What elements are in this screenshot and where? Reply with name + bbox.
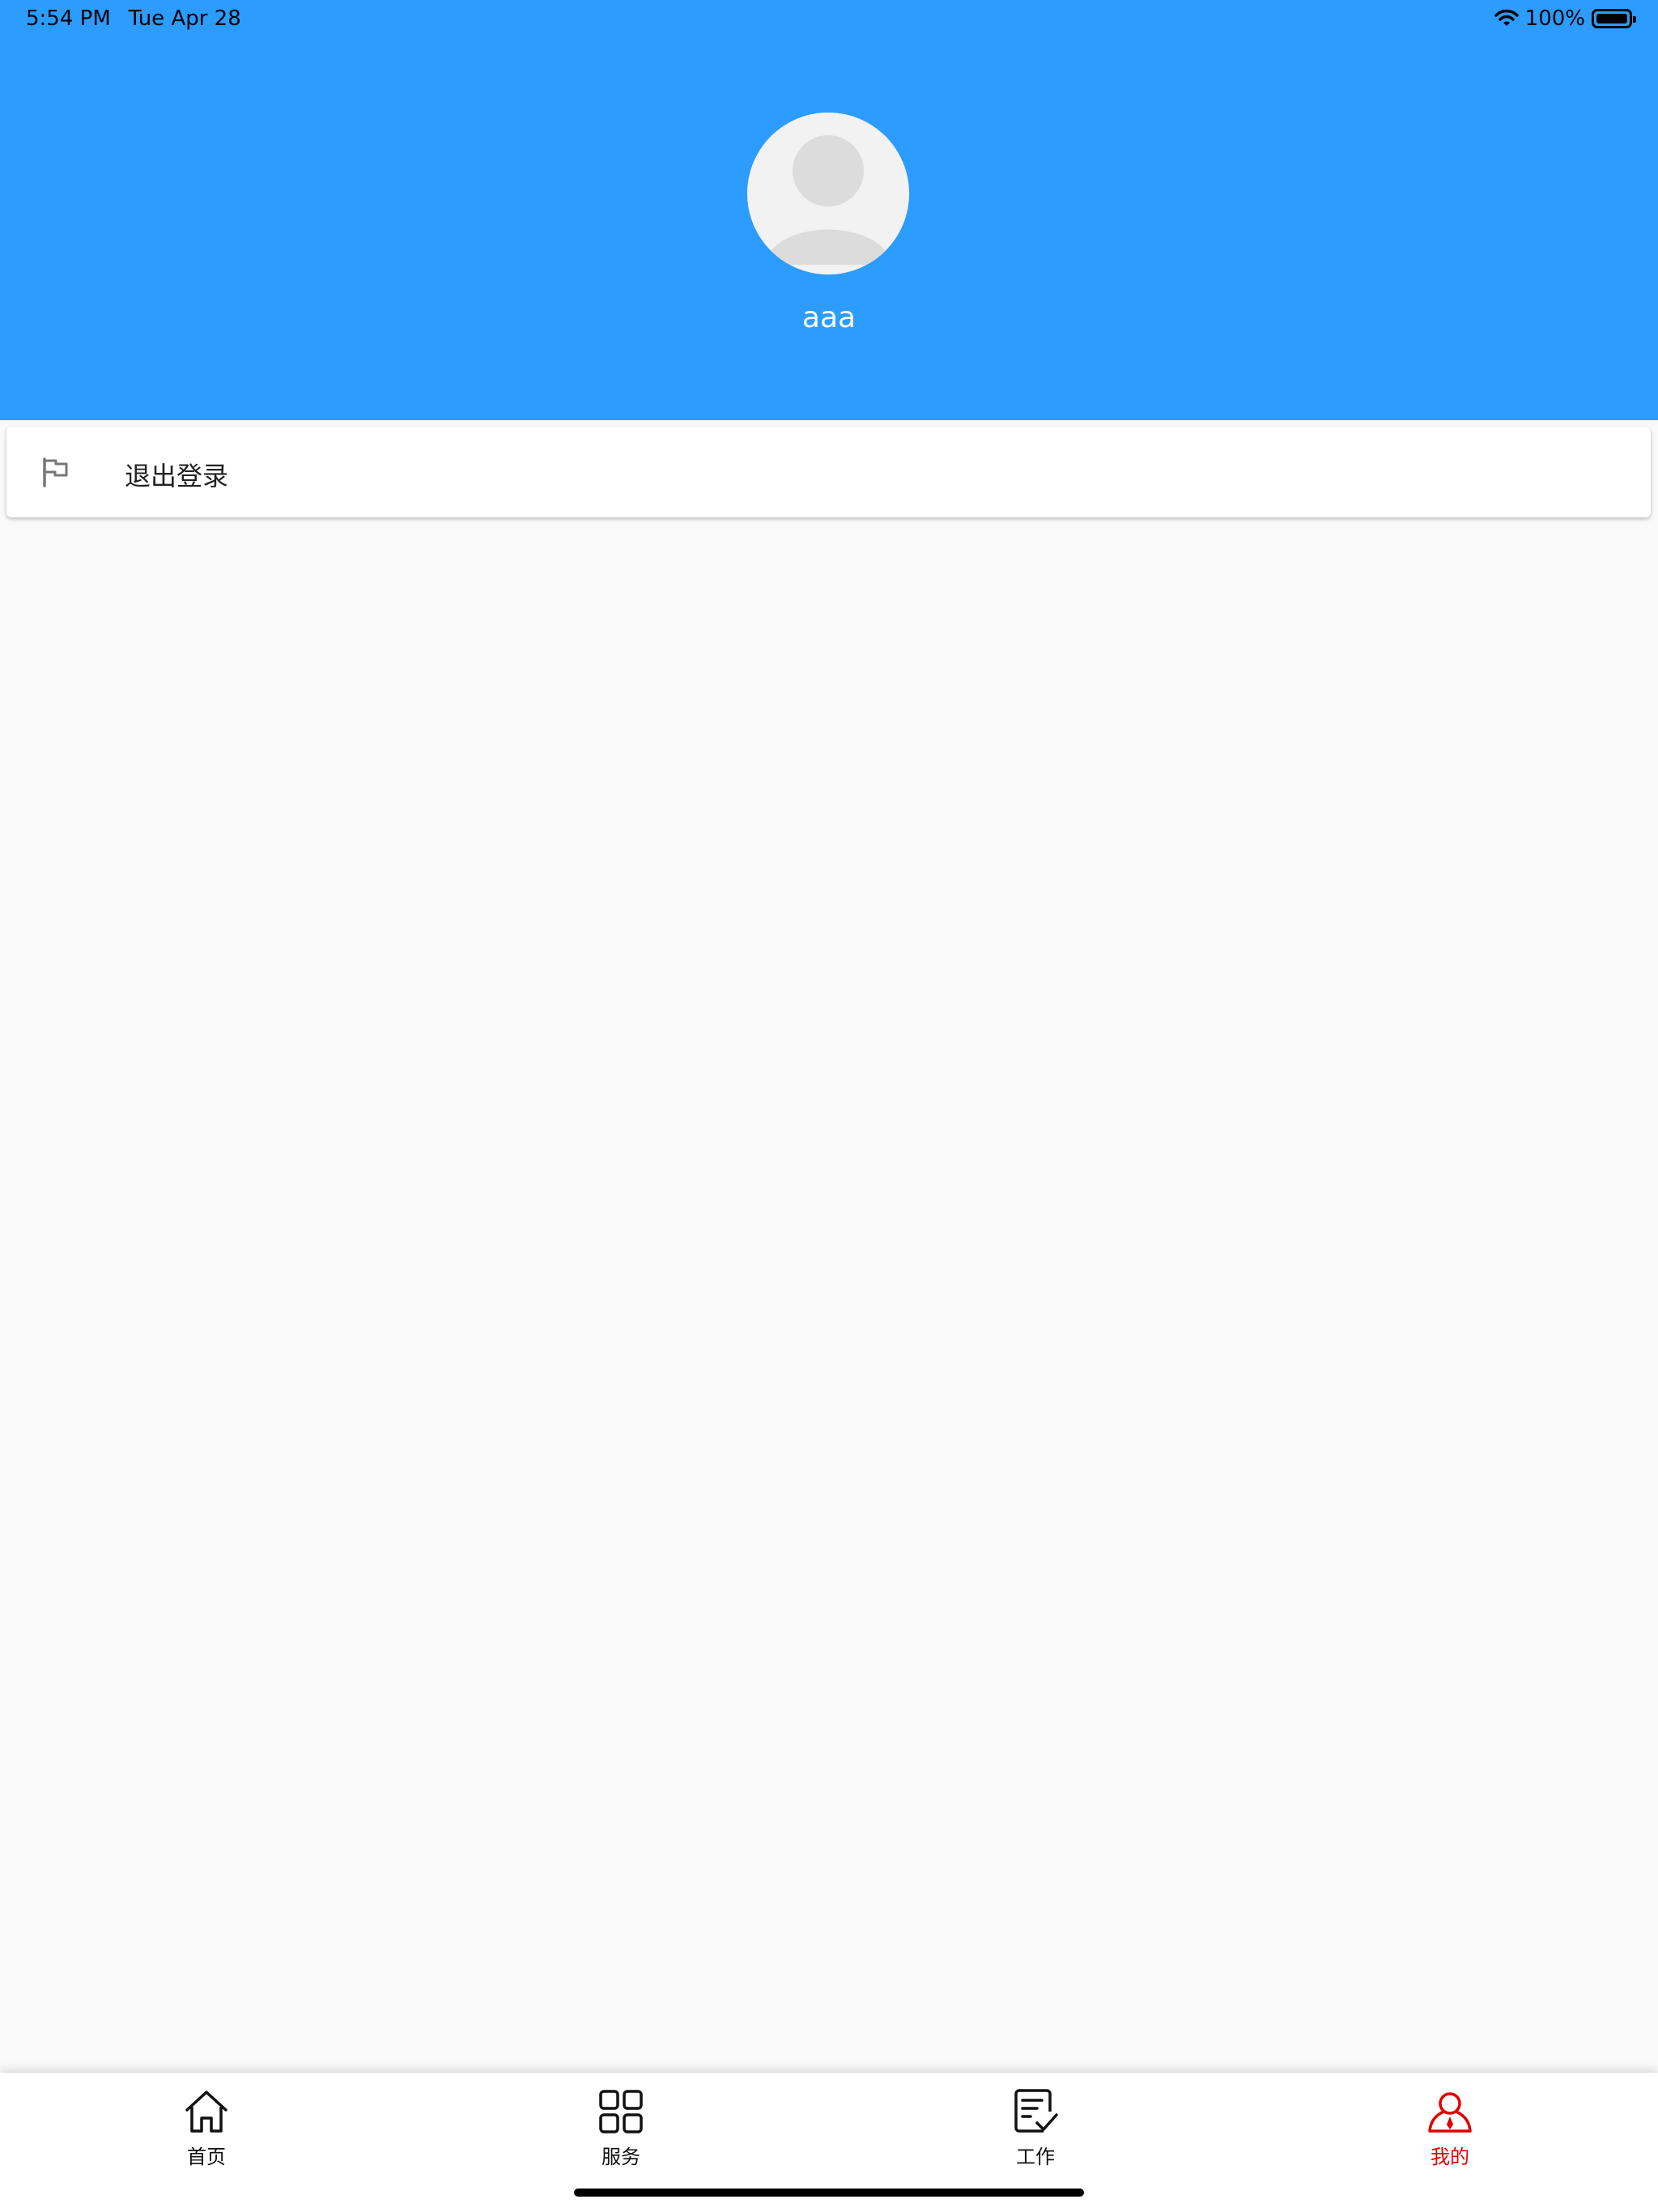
default-avatar-icon — [747, 113, 909, 274]
home-icon — [185, 2091, 227, 2133]
flag-icon — [43, 457, 68, 487]
tab-work-label: 工作 — [1016, 2146, 1055, 2168]
username: aaa — [801, 301, 857, 334]
tab-home[interactable]: 首页 — [150, 2087, 263, 2176]
battery-icon — [1592, 9, 1636, 28]
task-icon — [1014, 2089, 1058, 2133]
grid-icon — [599, 2090, 643, 2133]
status-time: 5:54 PM — [26, 6, 111, 31]
avatar[interactable] — [747, 113, 909, 274]
home-indicator[interactable] — [574, 2189, 1084, 2197]
tab-work[interactable]: 工作 — [979, 2087, 1092, 2176]
profile-header: 5:54 PM Tue Apr 28 100% aaa — [0, 0, 1658, 420]
tab-home-label: 首页 — [187, 2146, 226, 2168]
battery-percent: 100% — [1524, 6, 1585, 31]
logout-row[interactable]: 退出登录 — [6, 427, 1651, 517]
status-bar: 5:54 PM Tue Apr 28 100% — [0, 0, 1658, 39]
tab-mine[interactable]: 我的 — [1393, 2087, 1507, 2176]
tab-services[interactable]: 服务 — [564, 2087, 678, 2176]
user-icon — [1428, 2092, 1472, 2133]
logout-label: 退出登录 — [125, 461, 229, 491]
wifi-icon — [1494, 9, 1519, 26]
status-date: Tue Apr 28 — [128, 6, 241, 31]
tab-mine-label: 我的 — [1431, 2146, 1469, 2168]
tab-services-label: 服务 — [602, 2146, 640, 2168]
profile-screen: 5:54 PM Tue Apr 28 100% aaa 退出登录 首页 服务 工… — [0, 0, 1658, 2212]
